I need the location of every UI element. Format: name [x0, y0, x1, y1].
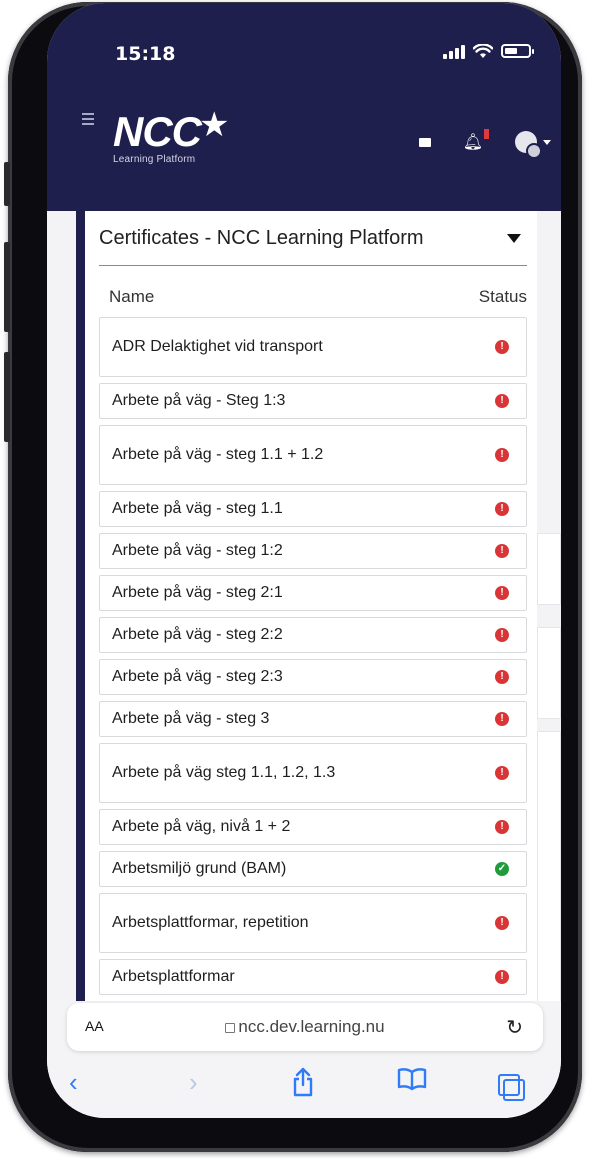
ncc-logo[interactable]: NCC ★ Learning Platform [113, 106, 229, 165]
header-actions: 🔔︎ [418, 129, 551, 159]
certificate-name: Arbete på väg - steg 1.1 + 1.2 [112, 446, 324, 463]
status-warning-icon: ! [495, 340, 509, 354]
logo-subtitle: Learning Platform [113, 154, 196, 165]
logo-brand: NCC [113, 108, 202, 155]
certificate-name: Arbete på väg - steg 2:2 [112, 626, 283, 643]
url-value: ncc.dev.learning.nu [238, 1017, 385, 1036]
certificate-name: Arbetsmiljö grund (BAM) [112, 860, 287, 877]
certificate-name: Arbete på väg - steg 2:3 [112, 668, 283, 685]
status-warning-icon: ! [495, 820, 509, 834]
background-card [537, 627, 561, 719]
status-ok-icon: ✓ [495, 862, 509, 876]
certificate-name: Arbete på väg - steg 1.1 [112, 500, 283, 517]
certificate-row[interactable]: Arbetsplattformar, repetition! [99, 893, 527, 953]
status-warning-icon: ! [495, 586, 509, 600]
lock-icon [225, 1022, 236, 1033]
reload-icon[interactable]: ↻ [506, 1015, 523, 1040]
background-card [537, 731, 561, 1001]
user-menu[interactable] [515, 131, 551, 159]
certificate-row[interactable]: Arbete på väg - steg 1:2! [99, 533, 527, 569]
collapse-toggle-icon[interactable] [507, 234, 521, 243]
divider [99, 265, 527, 266]
certificate-name: Arbete på väg - Steg 1:3 [112, 392, 286, 409]
certificate-row[interactable]: Arbete på väg - Steg 1:3! [99, 383, 527, 419]
menu-icon[interactable] [82, 113, 94, 128]
column-header-status: Status [478, 287, 527, 306]
back-icon[interactable]: ‹ [69, 1067, 78, 1098]
status-time: 15:18 [115, 43, 176, 65]
certificate-row[interactable]: Arbete på väg - steg 2:1! [99, 575, 527, 611]
share-icon[interactable] [291, 1067, 315, 1097]
status-icons [443, 43, 534, 59]
url-bar[interactable]: AA ncc.dev.learning.nu ↻ [67, 1003, 543, 1051]
certificate-row[interactable]: Arbetsmiljö grund (BAM) ✓ [99, 851, 527, 887]
signal-icon [443, 43, 465, 59]
avatar-icon [515, 131, 542, 159]
app-header: 15:18 NCC ★ Learning Platform 🔔︎ [47, 3, 561, 211]
certificate-name: Arbetsplattformar [112, 968, 235, 985]
forward-icon[interactable]: › [189, 1067, 198, 1098]
certificate-name: Arbete på väg, nivå 1 + 2 [112, 818, 291, 835]
certificate-list: ADR Delaktighet vid transport! Arbete på … [99, 317, 527, 1001]
certificate-row[interactable]: Arbete på väg - steg 2:3! [99, 659, 527, 695]
battery-icon [501, 44, 534, 58]
certificate-row[interactable]: Arbete på väg - steg 3! [99, 701, 527, 737]
left-accent-bar [76, 211, 85, 1001]
certificate-name: ADR Delaktighet vid transport [112, 338, 323, 355]
certificate-name: Arbete på väg - steg 1:2 [112, 542, 283, 559]
phone-volume-down [4, 352, 10, 442]
certificate-row[interactable]: Arbete på väg - steg 2:2! [99, 617, 527, 653]
bell-icon[interactable]: 🔔︎ [463, 129, 489, 152]
status-warning-icon: ! [495, 970, 509, 984]
certificate-row[interactable]: Arbete på väg steg 1.1, 1.2, 1.3! [99, 743, 527, 803]
status-warning-icon: ! [495, 766, 509, 780]
status-warning-icon: ! [495, 394, 509, 408]
phone-silent-switch [4, 162, 10, 206]
status-warning-icon: ! [495, 628, 509, 642]
chevron-down-icon [543, 139, 551, 145]
status-warning-icon: ! [495, 544, 509, 558]
url-text: ncc.dev.learning.nu [67, 1017, 543, 1037]
certificate-row[interactable]: Arbetsplattformar! [99, 959, 527, 995]
certificate-row[interactable]: Arbete på väg - steg 1.1! [99, 491, 527, 527]
certificates-panel: Certificates - NCC Learning Platform Nam… [85, 211, 537, 1001]
status-warning-icon: ! [495, 448, 509, 462]
certificate-name: Arbetsplattformar, repetition [112, 914, 309, 931]
phone-volume-up [4, 242, 10, 332]
certificate-row[interactable]: Arbete på väg, nivå 1 + 2! [99, 809, 527, 845]
panel-title: Certificates - NCC Learning Platform [99, 227, 424, 249]
bookmarks-icon[interactable] [397, 1067, 427, 1091]
certificate-row[interactable]: Arbete på väg - steg 1.1 + 1.2! [99, 425, 527, 485]
certificate-name: Arbete på väg steg 1.1, 1.2, 1.3 [112, 764, 336, 781]
wifi-icon [473, 43, 493, 58]
tabs-icon[interactable] [498, 1074, 525, 1101]
status-warning-icon: ! [495, 502, 509, 516]
notification-badge [484, 129, 489, 139]
status-warning-icon: ! [495, 916, 509, 930]
certificate-name: Arbete på väg - steg 3 [112, 710, 270, 727]
background-card [537, 533, 561, 605]
content-area: Certificates - NCC Learning Platform Nam… [47, 211, 561, 1001]
phone-frame: 15:18 NCC ★ Learning Platform 🔔︎ Certifi… [4, 2, 582, 1152]
certificate-row[interactable]: ADR Delaktighet vid transport! [99, 317, 527, 377]
screen: 15:18 NCC ★ Learning Platform 🔔︎ Certifi… [47, 3, 561, 1118]
browser-bar: AA ncc.dev.learning.nu ↻ ‹ › [47, 1001, 561, 1118]
mail-icon[interactable] [418, 137, 431, 147]
certificate-name: Arbete på väg - steg 2:1 [112, 584, 283, 601]
status-warning-icon: ! [495, 670, 509, 684]
status-warning-icon: ! [495, 712, 509, 726]
logo-star-icon: ★ [199, 106, 230, 144]
column-header-name: Name [109, 287, 155, 306]
